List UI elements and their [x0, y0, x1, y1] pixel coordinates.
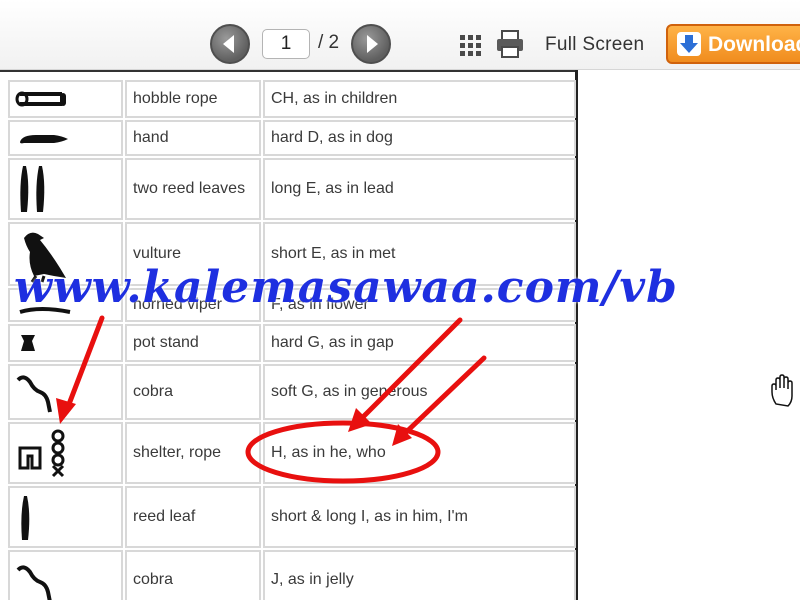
- sound-cell: H, as in he, who: [263, 422, 576, 484]
- glyph-name: vulture: [133, 245, 182, 262]
- name-cell: hobble rope: [125, 80, 261, 118]
- glyph-cell: [8, 158, 123, 220]
- glyph-sound: soft G, as in generous: [271, 383, 428, 400]
- glyph-cell: [8, 422, 123, 484]
- download-label: Download: [708, 33, 800, 56]
- table-row: two reed leaves long E, as in lead: [8, 158, 576, 220]
- printer-icon[interactable]: [494, 28, 526, 60]
- page-edge: [0, 70, 575, 72]
- hand-glyph: [20, 135, 68, 144]
- chevron-right-icon: [367, 35, 378, 53]
- table-row: hand hard D, as in dog: [8, 120, 576, 156]
- next-page-button[interactable]: [351, 24, 391, 64]
- sound-cell: short & long I, as in him, I'm: [263, 486, 576, 548]
- pot-stand-glyph: [21, 335, 35, 351]
- glyph-name: shelter, rope: [133, 444, 222, 461]
- glyph-cell: [8, 80, 123, 118]
- table-row: pot stand hard G, as in gap: [8, 324, 576, 362]
- table-row: shelter, rope H, as in he, who: [8, 422, 576, 484]
- table-row: hobble rope CH, as in children: [8, 80, 576, 118]
- hand-cursor-icon: [771, 374, 793, 407]
- glyph-cell: [8, 486, 123, 548]
- glyph-cell: [8, 120, 123, 156]
- name-cell: hand: [125, 120, 261, 156]
- previous-page-button[interactable]: [210, 24, 250, 64]
- download-arrow-icon: [677, 32, 701, 56]
- sound-cell: CH, as in children: [263, 80, 576, 118]
- name-cell: cobra: [125, 550, 261, 600]
- watermark-text: www.kalemasawaa.com/vb: [14, 262, 678, 313]
- glyph-name: pot stand: [133, 334, 199, 351]
- two-reed-leaves-glyph: [20, 166, 45, 212]
- glyph-name: hobble rope: [133, 90, 218, 107]
- document-viewport[interactable]: hobble rope CH, as in children hand hard…: [0, 70, 800, 600]
- download-button[interactable]: Download: [666, 24, 800, 64]
- sound-cell: hard G, as in gap: [263, 324, 576, 362]
- cobra-glyph: [16, 375, 52, 413]
- glyph-cell: [8, 364, 123, 420]
- glyph-sound: H, as in he, who: [271, 444, 386, 461]
- glyph-sound: hard G, as in gap: [271, 334, 394, 351]
- sound-cell: soft G, as in generous: [263, 364, 576, 420]
- glyph-sound: J, as in jelly: [271, 571, 354, 588]
- name-cell: shelter, rope: [125, 422, 261, 484]
- shelter-rope-glyph: [18, 429, 65, 478]
- table-row: cobra soft G, as in generous: [8, 364, 576, 420]
- glyph-name: reed leaf: [133, 508, 196, 525]
- glyph-name: two reed leaves: [133, 180, 246, 197]
- glyph-sound: short & long I, as in him, I'm: [271, 508, 468, 525]
- sound-cell: J, as in jelly: [263, 550, 576, 600]
- name-cell: two reed leaves: [125, 158, 261, 220]
- page-total: / 2: [318, 32, 340, 53]
- glyph-sound: short E, as in met: [271, 245, 396, 262]
- glyph-cell: [8, 324, 123, 362]
- reed-leaf-glyph: [21, 496, 30, 540]
- sound-cell: long E, as in lead: [263, 158, 576, 220]
- name-cell: pot stand: [125, 324, 261, 362]
- page-number-input[interactable]: [262, 29, 310, 59]
- glyph-cell: [8, 550, 123, 600]
- table-row: cobra J, as in jelly: [8, 550, 576, 600]
- viewer-toolbar: / 2 Full Screen Download: [0, 0, 800, 70]
- chevron-left-icon: [223, 35, 234, 53]
- table-row: reed leaf short & long I, as in him, I'm: [8, 486, 576, 548]
- glyph-name: cobra: [133, 571, 174, 588]
- glyph-sound: CH, as in children: [271, 90, 398, 107]
- glyph-sound: long E, as in lead: [271, 180, 394, 197]
- hobble-rope-glyph: [15, 91, 66, 107]
- cobra-glyph: [16, 565, 52, 600]
- glyph-sound: hard D, as in dog: [271, 129, 393, 146]
- sound-cell: hard D, as in dog: [263, 120, 576, 156]
- name-cell: reed leaf: [125, 486, 261, 548]
- glyph-name: hand: [133, 129, 169, 146]
- full-screen-button[interactable]: Full Screen: [545, 34, 644, 56]
- glyph-name: cobra: [133, 383, 174, 400]
- name-cell: cobra: [125, 364, 261, 420]
- grid-icon[interactable]: [459, 34, 483, 58]
